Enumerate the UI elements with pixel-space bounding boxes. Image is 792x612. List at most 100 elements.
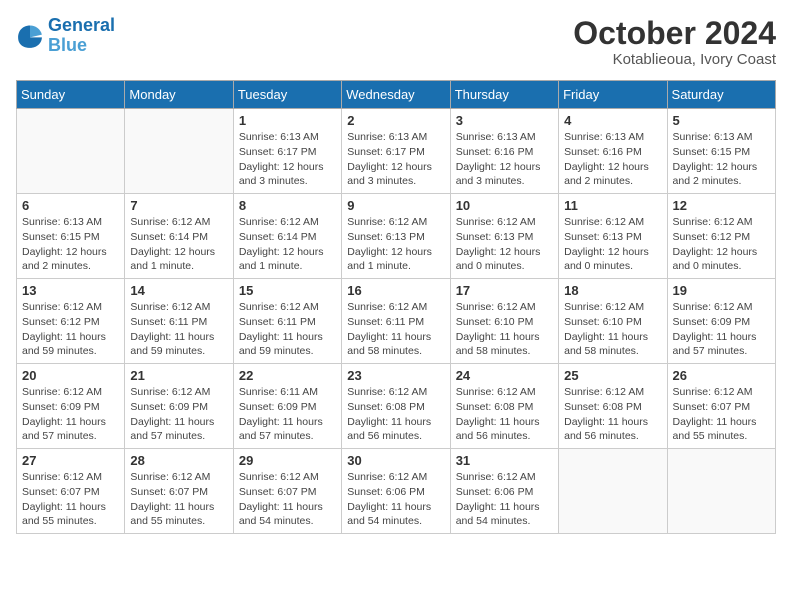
calendar-cell: 3Sunrise: 6:13 AM Sunset: 6:16 PM Daylig…	[450, 109, 558, 194]
day-number: 1	[239, 113, 336, 128]
day-info: Sunrise: 6:12 AM Sunset: 6:13 PM Dayligh…	[347, 215, 444, 274]
calendar-cell	[559, 449, 667, 534]
calendar-cell: 4 Sunrise: 6:13 AM Sunset: 6:16 PM Daylig…	[559, 109, 667, 194]
day-info: Sunrise: 6:12 AM Sunset: 6:07 PM Dayligh…	[239, 470, 336, 529]
calendar-cell: 18 Sunrise: 6:12 AM Sunset: 6:10 PM Dayli…	[559, 279, 667, 364]
title-block: October 2024 Kotablieoua, Ivory Coast	[573, 16, 776, 68]
day-info: Sunrise: 6:12 AM Sunset: 6:08 PM Dayligh…	[347, 385, 444, 444]
day-info: Sunrise: 6:12 AM Sunset: 6:08 PM Dayligh…	[456, 385, 553, 444]
day-info: Sunrise: 6:12 AM Sunset: 6:08 PM Dayligh…	[564, 385, 661, 444]
week-row: 27 Sunrise: 6:12 AM Sunset: 6:07 PM Dayli…	[17, 449, 776, 534]
day-number: 27	[22, 453, 119, 468]
day-number: 17	[456, 283, 553, 298]
day-number: 26	[673, 368, 770, 383]
calendar-cell: 13 Sunrise: 6:12 AM Sunset: 6:12 PM Dayli…	[17, 279, 125, 364]
day-info: Sunrise: 6:12 AM Sunset: 6:11 PM Dayligh…	[239, 300, 336, 359]
day-info: Sunrise: 6:12 AM Sunset: 6:09 PM Dayligh…	[673, 300, 770, 359]
day-number: 22	[239, 368, 336, 383]
calendar-cell: 23 Sunrise: 6:12 AM Sunset: 6:08 PM Dayli…	[342, 364, 450, 449]
day-info: Sunrise: 6:12 AM Sunset: 6:14 PM Dayligh…	[239, 215, 336, 274]
calendar-cell: 25 Sunrise: 6:12 AM Sunset: 6:08 PM Dayli…	[559, 364, 667, 449]
day-number: 5	[673, 113, 770, 128]
day-number: 12	[673, 198, 770, 213]
day-number: 7	[130, 198, 227, 213]
location-subtitle: Kotablieoua, Ivory Coast	[573, 51, 776, 68]
day-number: 23	[347, 368, 444, 383]
calendar-cell	[125, 109, 233, 194]
day-info: Sunrise: 6:12 AM Sunset: 6:13 PM Dayligh…	[456, 215, 553, 274]
calendar-cell: 21 Sunrise: 6:12 AM Sunset: 6:09 PM Dayli…	[125, 364, 233, 449]
day-number: 15	[239, 283, 336, 298]
calendar-cell: 22Sunrise: 6:11 AM Sunset: 6:09 PM Dayli…	[233, 364, 341, 449]
day-number: 4	[564, 113, 661, 128]
weekday-header-row: SundayMondayTuesdayWednesdayThursdayFrid…	[17, 81, 776, 109]
calendar-cell: 31 Sunrise: 6:12 AM Sunset: 6:06 PM Dayli…	[450, 449, 558, 534]
day-number: 30	[347, 453, 444, 468]
week-row: 13 Sunrise: 6:12 AM Sunset: 6:12 PM Dayli…	[17, 279, 776, 364]
day-info: Sunrise: 6:12 AM Sunset: 6:10 PM Dayligh…	[564, 300, 661, 359]
calendar-cell: 14Sunrise: 6:12 AM Sunset: 6:11 PM Dayli…	[125, 279, 233, 364]
calendar-cell: 27 Sunrise: 6:12 AM Sunset: 6:07 PM Dayli…	[17, 449, 125, 534]
calendar-cell: 8 Sunrise: 6:12 AM Sunset: 6:14 PM Daylig…	[233, 194, 341, 279]
day-info: Sunrise: 6:12 AM Sunset: 6:07 PM Dayligh…	[673, 385, 770, 444]
day-number: 18	[564, 283, 661, 298]
calendar-cell: 7Sunrise: 6:12 AM Sunset: 6:14 PM Daylig…	[125, 194, 233, 279]
day-number: 6	[22, 198, 119, 213]
logo: General Blue	[16, 16, 115, 56]
day-number: 13	[22, 283, 119, 298]
calendar-cell: 17 Sunrise: 6:12 AM Sunset: 6:10 PM Dayli…	[450, 279, 558, 364]
day-info: Sunrise: 6:12 AM Sunset: 6:10 PM Dayligh…	[456, 300, 553, 359]
day-info: Sunrise: 6:12 AM Sunset: 6:06 PM Dayligh…	[456, 470, 553, 529]
day-number: 21	[130, 368, 227, 383]
day-info: Sunrise: 6:12 AM Sunset: 6:09 PM Dayligh…	[130, 385, 227, 444]
page-header: General Blue October 2024 Kotablieoua, I…	[16, 16, 776, 68]
day-info: Sunrise: 6:12 AM Sunset: 6:07 PM Dayligh…	[130, 470, 227, 529]
weekday-header: Thursday	[450, 81, 558, 109]
day-number: 14	[130, 283, 227, 298]
day-info: Sunrise: 6:13 AM Sunset: 6:15 PM Dayligh…	[22, 215, 119, 274]
day-info: Sunrise: 6:12 AM Sunset: 6:11 PM Dayligh…	[347, 300, 444, 359]
weekday-header: Sunday	[17, 81, 125, 109]
day-number: 9	[347, 198, 444, 213]
day-number: 16	[347, 283, 444, 298]
logo-text: General Blue	[48, 16, 115, 56]
day-info: Sunrise: 6:12 AM Sunset: 6:09 PM Dayligh…	[22, 385, 119, 444]
day-info: Sunrise: 6:12 AM Sunset: 6:07 PM Dayligh…	[22, 470, 119, 529]
calendar-cell: 12 Sunrise: 6:12 AM Sunset: 6:12 PM Dayli…	[667, 194, 775, 279]
day-number: 8	[239, 198, 336, 213]
day-number: 19	[673, 283, 770, 298]
calendar-cell: 19 Sunrise: 6:12 AM Sunset: 6:09 PM Dayli…	[667, 279, 775, 364]
calendar-cell: 1 Sunrise: 6:13 AM Sunset: 6:17 PM Daylig…	[233, 109, 341, 194]
weekday-header: Friday	[559, 81, 667, 109]
day-info: Sunrise: 6:13 AM Sunset: 6:17 PM Dayligh…	[239, 130, 336, 189]
day-number: 28	[130, 453, 227, 468]
weekday-header: Monday	[125, 81, 233, 109]
day-info: Sunrise: 6:13 AM Sunset: 6:16 PM Dayligh…	[564, 130, 661, 189]
calendar-cell: 11 Sunrise: 6:12 AM Sunset: 6:13 PM Dayli…	[559, 194, 667, 279]
calendar-cell: 24 Sunrise: 6:12 AM Sunset: 6:08 PM Dayli…	[450, 364, 558, 449]
day-info: Sunrise: 6:13 AM Sunset: 6:15 PM Dayligh…	[673, 130, 770, 189]
weekday-header: Tuesday	[233, 81, 341, 109]
day-info: Sunrise: 6:12 AM Sunset: 6:13 PM Dayligh…	[564, 215, 661, 274]
calendar-cell	[667, 449, 775, 534]
day-info: Sunrise: 6:12 AM Sunset: 6:12 PM Dayligh…	[673, 215, 770, 274]
calendar-cell: 15 Sunrise: 6:12 AM Sunset: 6:11 PM Dayli…	[233, 279, 341, 364]
week-row: 20Sunrise: 6:12 AM Sunset: 6:09 PM Dayli…	[17, 364, 776, 449]
day-number: 2	[347, 113, 444, 128]
day-number: 31	[456, 453, 553, 468]
calendar-cell: 28 Sunrise: 6:12 AM Sunset: 6:07 PM Dayli…	[125, 449, 233, 534]
week-row: 6 Sunrise: 6:13 AM Sunset: 6:15 PM Daylig…	[17, 194, 776, 279]
calendar-cell: 16 Sunrise: 6:12 AM Sunset: 6:11 PM Dayli…	[342, 279, 450, 364]
day-number: 25	[564, 368, 661, 383]
calendar-cell: 30 Sunrise: 6:12 AM Sunset: 6:06 PM Dayli…	[342, 449, 450, 534]
day-number: 3	[456, 113, 553, 128]
day-number: 10	[456, 198, 553, 213]
day-number: 24	[456, 368, 553, 383]
day-info: Sunrise: 6:13 AM Sunset: 6:17 PM Dayligh…	[347, 130, 444, 189]
weekday-header: Saturday	[667, 81, 775, 109]
calendar-cell: 6 Sunrise: 6:13 AM Sunset: 6:15 PM Daylig…	[17, 194, 125, 279]
calendar-cell: 26 Sunrise: 6:12 AM Sunset: 6:07 PM Dayli…	[667, 364, 775, 449]
day-info: Sunrise: 6:12 AM Sunset: 6:06 PM Dayligh…	[347, 470, 444, 529]
day-number: 11	[564, 198, 661, 213]
day-info: Sunrise: 6:12 AM Sunset: 6:12 PM Dayligh…	[22, 300, 119, 359]
